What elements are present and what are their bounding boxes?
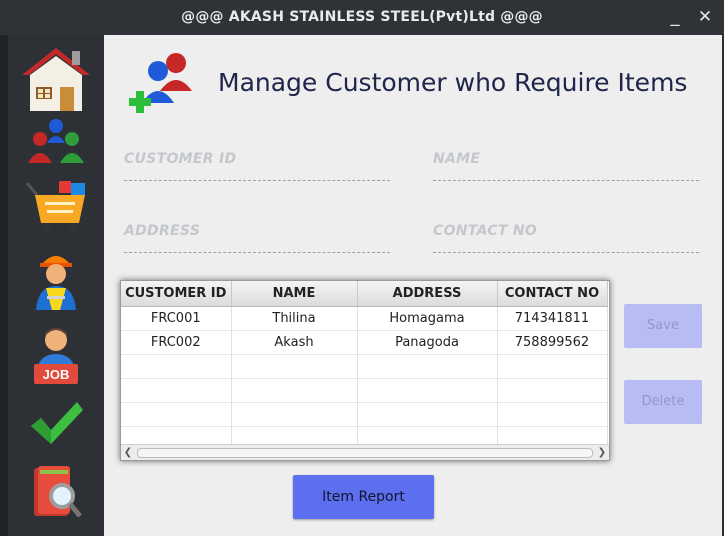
column-header-customer-id[interactable]: CUSTOMER ID xyxy=(121,281,232,307)
empty-table-row xyxy=(121,378,608,403)
customer-table[interactable]: CUSTOMER ID NAME ADDRESS CONTACT NO FRC0… xyxy=(120,280,610,461)
sidebar: JOB xyxy=(8,35,104,536)
table-cell: 714341811 xyxy=(497,306,608,331)
scroll-right-icon[interactable]: ❯ xyxy=(595,445,609,460)
address-underline xyxy=(124,252,390,253)
empty-table-row xyxy=(121,402,608,427)
table-cell: FRC002 xyxy=(121,330,232,355)
checkmark-icon xyxy=(31,402,83,444)
contact-no-placeholder: CONTACT NO xyxy=(433,223,538,239)
name-field[interactable]: NAME xyxy=(433,151,699,181)
table-row[interactable]: FRC001 Thilina Homagama 714341811 xyxy=(121,306,608,331)
table-cell: 758899562 xyxy=(497,330,608,355)
sidebar-item-search-report[interactable] xyxy=(8,461,104,523)
table-cell: Akash xyxy=(231,330,358,355)
sidebar-item-jobs[interactable]: JOB xyxy=(8,323,104,389)
sidebar-item-complete[interactable] xyxy=(8,397,104,449)
customer-id-underline xyxy=(124,180,390,181)
table-header-row: CUSTOMER ID NAME ADDRESS CONTACT NO xyxy=(121,281,608,307)
window-title: @@@ AKASH STAINLESS STEEL(Pvt)Ltd @@@ xyxy=(181,9,543,25)
column-header-address[interactable]: ADDRESS xyxy=(357,281,498,307)
customer-id-field[interactable]: CUSTOMER ID xyxy=(124,151,390,181)
customer-id-placeholder: CUSTOMER ID xyxy=(124,151,237,167)
table-cell: Thilina xyxy=(231,306,358,331)
save-button[interactable]: Save xyxy=(624,304,702,348)
sidebar-item-items[interactable] xyxy=(8,177,104,235)
contact-no-underline xyxy=(433,252,699,253)
item-report-button[interactable]: Item Report xyxy=(293,475,434,519)
close-button[interactable]: ✕ xyxy=(694,6,716,28)
left-edge xyxy=(0,35,8,536)
sidebar-item-home[interactable] xyxy=(8,43,104,115)
contact-no-field[interactable]: CONTACT NO xyxy=(433,223,699,253)
job-icon: JOB xyxy=(34,327,78,384)
address-field[interactable]: ADDRESS xyxy=(124,223,390,253)
shopping-cart-icon xyxy=(25,181,85,233)
search-report-icon xyxy=(34,466,82,518)
sidebar-item-workers[interactable] xyxy=(8,245,104,313)
manage-customers-icon xyxy=(129,53,192,113)
table-cell: FRC001 xyxy=(121,306,232,331)
empty-table-row xyxy=(121,354,608,379)
page-title: Manage Customer who Require Items xyxy=(218,68,688,97)
scrollbar-thumb[interactable] xyxy=(137,448,593,458)
customers-icon xyxy=(28,119,84,163)
table-cell: Panagoda xyxy=(357,330,498,355)
job-badge-text: JOB xyxy=(43,367,70,382)
name-underline xyxy=(433,180,699,181)
name-placeholder: NAME xyxy=(433,151,481,167)
table-cell: Homagama xyxy=(357,306,498,331)
column-header-contact-no[interactable]: CONTACT NO xyxy=(497,281,608,307)
column-header-name[interactable]: NAME xyxy=(231,281,358,307)
table-row[interactable]: FRC002 Akash Panagoda 758899562 xyxy=(121,330,608,355)
minimize-button[interactable]: _ xyxy=(664,6,686,28)
sidebar-item-customers[interactable] xyxy=(8,117,104,167)
scroll-left-icon[interactable]: ❮ xyxy=(121,445,135,460)
delete-button[interactable]: Delete xyxy=(624,380,702,424)
worker-icon xyxy=(36,256,76,310)
title-bar: @@@ AKASH STAINLESS STEEL(Pvt)Ltd @@@ _ … xyxy=(0,0,724,35)
main-panel: Manage Customer who Require Items CUSTOM… xyxy=(104,35,722,536)
home-icon xyxy=(22,48,90,111)
horizontal-scrollbar[interactable]: ❮ ❯ xyxy=(121,444,609,460)
address-placeholder: ADDRESS xyxy=(124,223,201,239)
